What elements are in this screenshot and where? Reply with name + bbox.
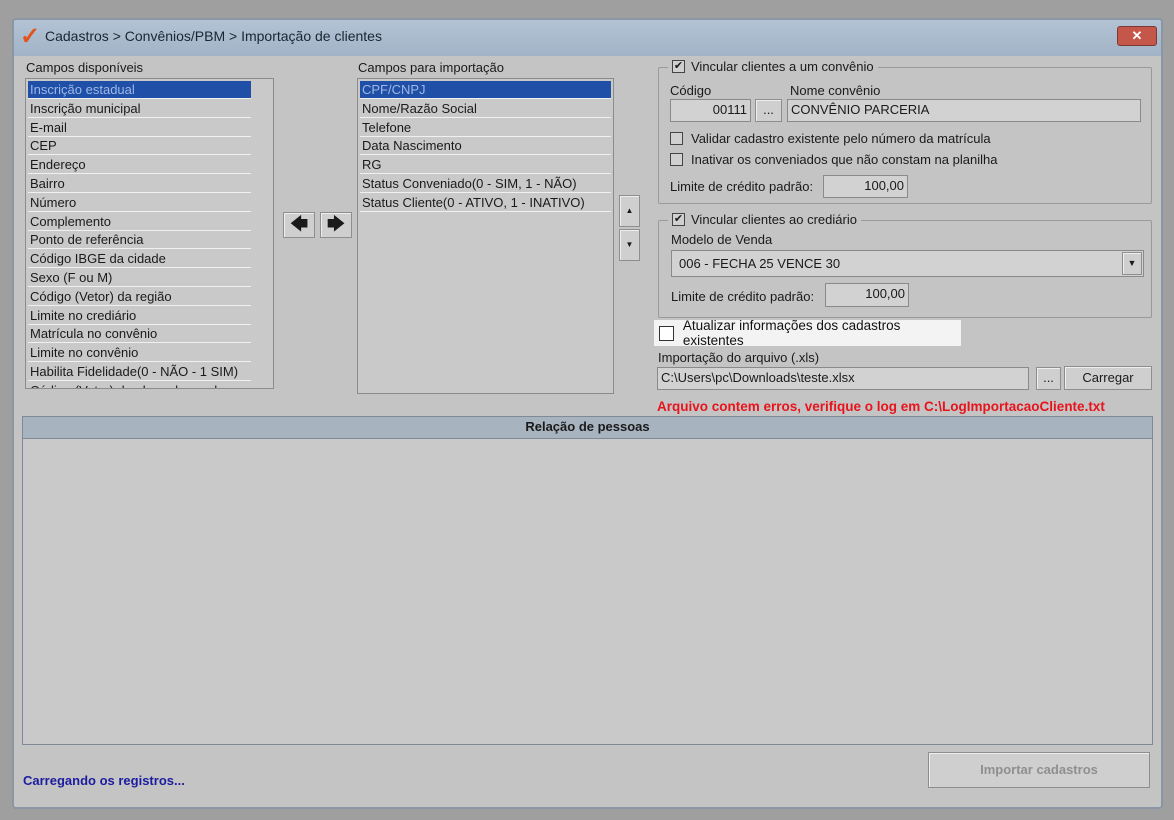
crediario-toggle[interactable]: ✔ Vincular clientes ao crediário bbox=[668, 212, 861, 227]
people-table-header: Relação de pessoas bbox=[23, 417, 1152, 439]
list-item[interactable]: Endereço bbox=[28, 156, 251, 175]
list-item[interactable]: Limite no crediário bbox=[28, 307, 251, 325]
list-item[interactable]: Telefone bbox=[360, 119, 611, 137]
nome-convenio-label: Nome convênio bbox=[790, 83, 881, 98]
codigo-label: Código bbox=[670, 83, 712, 98]
list-item[interactable]: Habilita Fidelidade(0 - NÃO - 1 SIM) bbox=[28, 363, 251, 381]
arquivo-label: Importação do arquivo (.xls) bbox=[658, 350, 820, 365]
import-fields-label: Campos para importação bbox=[358, 60, 504, 75]
list-item[interactable]: Inscrição municipal bbox=[28, 100, 251, 118]
nome-convenio-input[interactable]: CONVÊNIO PARCERIA bbox=[787, 99, 1141, 122]
available-fields-list[interactable]: Inscrição estadual Inscrição municipal E-m… bbox=[25, 78, 274, 389]
checkbox-checked-icon[interactable]: ✔ bbox=[672, 213, 685, 226]
chevron-down-icon[interactable]: ▼ bbox=[1122, 252, 1142, 275]
list-item[interactable]: Inscrição estadual bbox=[28, 81, 251, 99]
remove-field-button[interactable]: 🡄 bbox=[283, 212, 315, 238]
list-item[interactable]: Código IBGE da cidade bbox=[28, 250, 251, 269]
status-text: Carregando os registros... bbox=[23, 773, 185, 788]
list-item[interactable]: Sexo (F ou M) bbox=[28, 269, 251, 287]
checkbox-icon[interactable] bbox=[670, 132, 683, 145]
list-item[interactable]: CPF/CNPJ bbox=[360, 81, 611, 99]
codigo-browse-button[interactable]: ... bbox=[755, 99, 782, 122]
convenio-limite-input[interactable]: 100,00 bbox=[823, 175, 908, 198]
list-item[interactable]: Bairro bbox=[28, 175, 251, 193]
convenio-toggle[interactable]: ✔ Vincular clientes a um convênio bbox=[668, 59, 878, 74]
crediario-limite-input[interactable]: 100,00 bbox=[825, 283, 909, 307]
list-item[interactable]: Status Cliente(0 - ATIVO, 1 - INATIVO) bbox=[360, 194, 611, 212]
crediario-label: Vincular clientes ao crediário bbox=[691, 212, 857, 227]
arquivo-path-input[interactable]: C:\Users\pc\Downloads\teste.xlsx bbox=[657, 367, 1029, 390]
inativar-option[interactable]: Inativar os conveniados que não constam … bbox=[670, 152, 997, 167]
list-item[interactable]: E-mail bbox=[28, 119, 251, 137]
atualizar-option[interactable]: Atualizar informações dos cadastros exis… bbox=[654, 318, 961, 348]
list-item[interactable]: Limite no convênio bbox=[28, 344, 251, 363]
window-title: Cadastros > Convênios/PBM > Importação d… bbox=[45, 28, 382, 44]
list-item[interactable]: Complemento bbox=[28, 213, 251, 231]
limite-label: Limite de crédito padrão: bbox=[671, 289, 815, 304]
import-button[interactable]: Importar cadastros bbox=[928, 752, 1150, 788]
list-item[interactable]: Número bbox=[28, 194, 251, 212]
inativar-label: Inativar os conveniados que não constam … bbox=[691, 152, 998, 167]
codigo-input[interactable]: 00111 bbox=[670, 99, 751, 122]
move-up-button[interactable]: ▲ bbox=[619, 195, 640, 227]
app-logo-icon: ✓ bbox=[20, 23, 41, 50]
modelo-select[interactable]: 006 - FECHA 25 VENCE 30 ▼ bbox=[671, 250, 1144, 277]
validar-option[interactable]: Validar cadastro existente pelo número d… bbox=[670, 131, 991, 146]
list-item[interactable]: Código (Vetor) da região bbox=[28, 288, 251, 306]
checkbox-icon[interactable] bbox=[670, 153, 683, 166]
list-item[interactable]: Código (Vetor) do plano de venda bbox=[28, 382, 251, 388]
checkbox-icon[interactable] bbox=[659, 325, 674, 341]
people-table[interactable]: Relação de pessoas bbox=[22, 416, 1153, 745]
list-item[interactable]: Data Nascimento bbox=[360, 137, 611, 156]
error-message: Arquivo contem erros, verifique o log em… bbox=[657, 399, 1105, 414]
limite-label: Limite de crédito padrão: bbox=[670, 179, 814, 194]
atualizar-label: Atualizar informações dos cadastros exis… bbox=[682, 318, 901, 348]
move-down-button[interactable]: ▼ bbox=[619, 229, 640, 261]
available-fields-label: Campos disponíveis bbox=[26, 60, 144, 75]
convenio-label: Vincular clientes a um convênio bbox=[691, 59, 874, 74]
arquivo-browse-button[interactable]: ... bbox=[1036, 367, 1061, 390]
close-button[interactable]: ✕ bbox=[1117, 26, 1157, 46]
add-field-button[interactable]: 🡆 bbox=[320, 212, 352, 238]
import-fields-list[interactable]: CPF/CNPJ Nome/Razão Social Telefone Data Na… bbox=[357, 78, 614, 394]
checkbox-checked-icon[interactable]: ✔ bbox=[672, 60, 685, 73]
list-item[interactable]: CEP bbox=[28, 137, 251, 156]
list-item[interactable]: Ponto de referência bbox=[28, 231, 251, 250]
carregar-button[interactable]: Carregar bbox=[1064, 366, 1152, 390]
list-item[interactable]: RG bbox=[360, 156, 611, 175]
list-item[interactable]: Matrícula no convênio bbox=[28, 325, 251, 344]
validar-label: Validar cadastro existente pelo número d… bbox=[691, 131, 991, 146]
list-item[interactable]: Nome/Razão Social bbox=[360, 100, 611, 118]
modelo-value: 006 - FECHA 25 VENCE 30 bbox=[679, 256, 841, 271]
list-item[interactable]: Status Conveniado(0 - SIM, 1 - NÃO) bbox=[360, 175, 611, 193]
modelo-label: Modelo de Venda bbox=[671, 232, 773, 247]
